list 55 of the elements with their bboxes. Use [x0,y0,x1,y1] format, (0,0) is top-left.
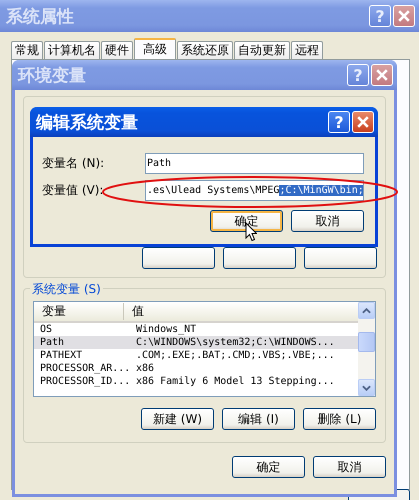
window-title: 编辑系统变量 [36,112,138,134]
variable-value: .COM;.EXE;.BAT;.CMD;.VBS;.VBE;... [135,350,335,361]
scroll-down-button[interactable] [358,379,375,396]
tab[interactable]: 计算机名 [44,41,100,59]
close-icon [396,8,412,24]
dialog-button[interactable]: 取消 [313,456,386,478]
close-button[interactable] [352,111,374,133]
scroll-up-button[interactable] [358,302,375,319]
column-header[interactable]: 值 [124,303,144,320]
tab[interactable]: 远程 [291,41,323,59]
group-title: 系统变量 (S) [30,281,103,298]
window-title: 系统属性 [6,6,74,28]
scrollbar[interactable] [358,302,375,396]
list-button[interactable] [304,247,377,269]
close-button[interactable] [371,64,393,86]
list-row[interactable]: PROCESSOR_ID... x86 Family 6 Model 13 Stepping... [34,375,358,388]
column-header[interactable]: 变量 [34,303,124,320]
window-title: 环境变量 [18,64,86,86]
close-button[interactable] [393,5,415,27]
list-row[interactable]: OS Windows_NT [34,323,358,336]
dialog-button[interactable]: 确定 [232,456,305,478]
variable-name: PROCESSOR_ID... [39,376,130,387]
field-label: 变量值 (V): [42,182,104,199]
variable-value: Windows_NT [135,324,196,335]
scroll-thumb[interactable] [358,332,375,352]
list-row[interactable]: PROCESSOR_AR... x86 [34,362,358,375]
list-button[interactable] [223,247,296,269]
variable-value: x86 Family 6 Model 13 Stepping... [135,376,335,387]
variable-name: PATHEXT [39,350,84,361]
dialog-button[interactable]: 确定 [210,210,283,232]
input-field[interactable]: .es\Ulead Systems\MPEG;C:\MinGW\bin; [145,180,364,201]
help-button[interactable]: ? [328,111,350,133]
chevron-up-icon [362,308,371,314]
close-icon [355,114,371,130]
variable-name: OS [39,324,54,335]
list-button[interactable]: 编辑 (I) [222,408,295,430]
list-row[interactable]: PATHEXT .COM;.EXE;.BAT;.CMD;.VBS;.VBE;... [34,349,358,362]
chevron-down-icon [362,384,371,390]
tab[interactable]: 高级 [134,38,176,59]
tab[interactable]: 硬件 [101,41,133,59]
field-label: 变量名 (N): [42,155,106,172]
input-field[interactable]: Path [145,153,364,174]
tab[interactable]: 系统还原 [177,41,233,59]
list-button[interactable] [142,247,215,269]
variable-value: x86 [135,363,154,374]
list-button[interactable]: 删除 (L) [303,408,376,430]
variable-name: Path [39,337,66,348]
list-button[interactable]: 新建 (W) [141,408,214,430]
variable-name: PROCESSOR_AR... [39,363,130,374]
close-icon [374,67,390,83]
variable-value: C:\WINDOWS\system32;C:\WINDOWS... [135,337,335,348]
dialog-button[interactable]: 取消 [291,210,364,232]
tab[interactable]: 自动更新 [234,41,290,59]
list-row[interactable]: Path C:\WINDOWS\system32;C:\WINDOWS... [34,336,358,349]
tab[interactable]: 常规 [11,41,43,59]
